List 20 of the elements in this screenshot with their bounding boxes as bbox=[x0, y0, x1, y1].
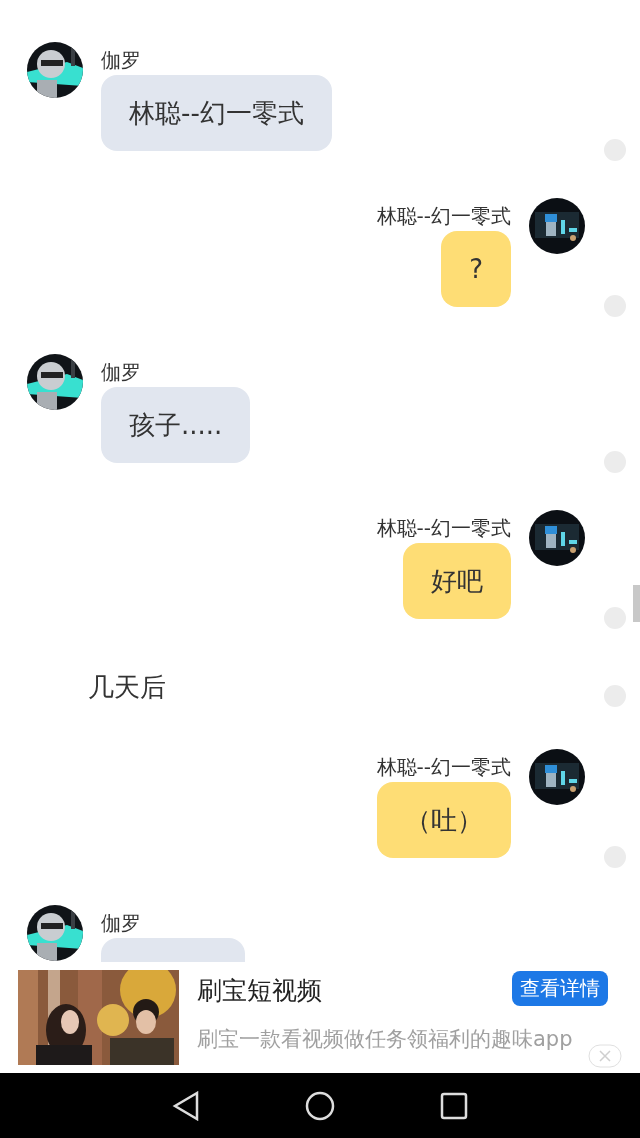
sender-name: 林聪--幻一零式 bbox=[376, 516, 511, 540]
home-icon[interactable] bbox=[305, 1090, 335, 1121]
message-bubble: 好吧 bbox=[403, 543, 511, 619]
sender-name: 伽罗 bbox=[101, 911, 141, 935]
message-bubble: 林聪--幻一零式 bbox=[101, 75, 332, 151]
sender-name: 林聪--幻一零式 bbox=[376, 204, 511, 228]
narration-text: 几天后 bbox=[87, 671, 167, 702]
sender-name: 林聪--幻一零式 bbox=[376, 755, 511, 779]
scrollbar[interactable] bbox=[633, 585, 640, 622]
close-icon[interactable] bbox=[588, 1044, 622, 1068]
message-bubble: 孩子..... bbox=[101, 387, 251, 463]
message-bubble: ? bbox=[441, 231, 511, 307]
sender-name: 伽罗 bbox=[101, 48, 141, 72]
details-button[interactable]: 查看详情 bbox=[512, 971, 608, 1006]
message-bubble: （吐） bbox=[377, 782, 511, 858]
back-icon[interactable] bbox=[172, 1090, 201, 1121]
ad-description: 刷宝一款看视频做任务领福利的趣味app bbox=[197, 1026, 574, 1053]
sender-name: 伽罗 bbox=[101, 360, 141, 384]
recents-icon[interactable] bbox=[439, 1091, 468, 1120]
ad-title: 刷宝短视频 bbox=[197, 975, 322, 1007]
